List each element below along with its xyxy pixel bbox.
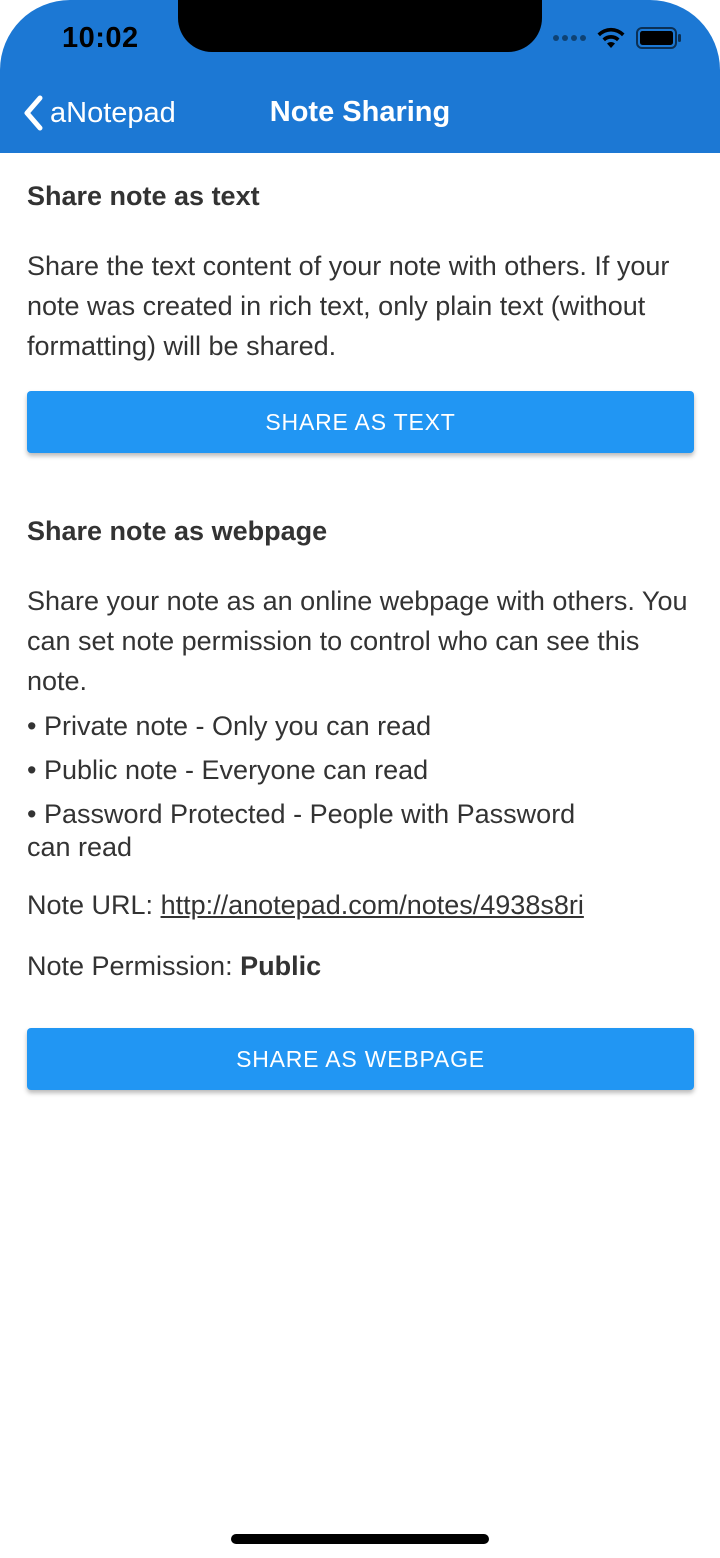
signal-icon: [553, 35, 586, 41]
screen: 10:02 aNotepad Note Sharing Share note a…: [0, 0, 720, 1558]
status-icons: [553, 26, 682, 50]
text-section-heading: Share note as text: [27, 181, 260, 211]
bullet-public-note: • Public note - Everyone can read: [27, 755, 429, 785]
back-button-label: aNotepad: [50, 96, 176, 129]
main-content: Share note as text Share the text conten…: [27, 153, 694, 1090]
note-permission-value: Public: [240, 951, 322, 981]
battery-icon: [636, 27, 681, 49]
status-time: 10:02: [62, 22, 139, 54]
bullet-private-note: • Private note - Only you can read: [27, 711, 432, 741]
chevron-left-icon: [24, 95, 43, 131]
wifi-icon: [597, 27, 625, 48]
navigation-header: 10:02 aNotepad Note Sharing: [0, 0, 720, 153]
note-permission-row: Note Permission: Public: [27, 946, 694, 986]
note-permission-label: Note Permission:: [27, 951, 241, 981]
home-indicator[interactable]: [231, 1534, 489, 1544]
text-section-description: Share the text content of your note with…: [27, 251, 670, 361]
bullet-password-protected-cont: can read: [27, 832, 133, 862]
back-button[interactable]: aNotepad: [22, 94, 176, 132]
note-url-label: Note URL:: [27, 890, 161, 920]
note-url-row: Note URL: http://anotepad.com/notes/4938…: [27, 885, 694, 925]
device-notch: [178, 0, 542, 52]
bullet-password-protected: • Password Protected - People with Passw…: [27, 799, 576, 829]
note-url-link[interactable]: http://anotepad.com/notes/4938s8ri: [161, 890, 584, 920]
webpage-section-description: Share your note as an online webpage wit…: [27, 586, 688, 696]
webpage-section-heading: Share note as webpage: [27, 516, 328, 546]
share-as-webpage-button[interactable]: SHARE AS WEBPAGE: [27, 1028, 694, 1090]
share-as-text-button[interactable]: SHARE AS TEXT: [27, 391, 694, 453]
